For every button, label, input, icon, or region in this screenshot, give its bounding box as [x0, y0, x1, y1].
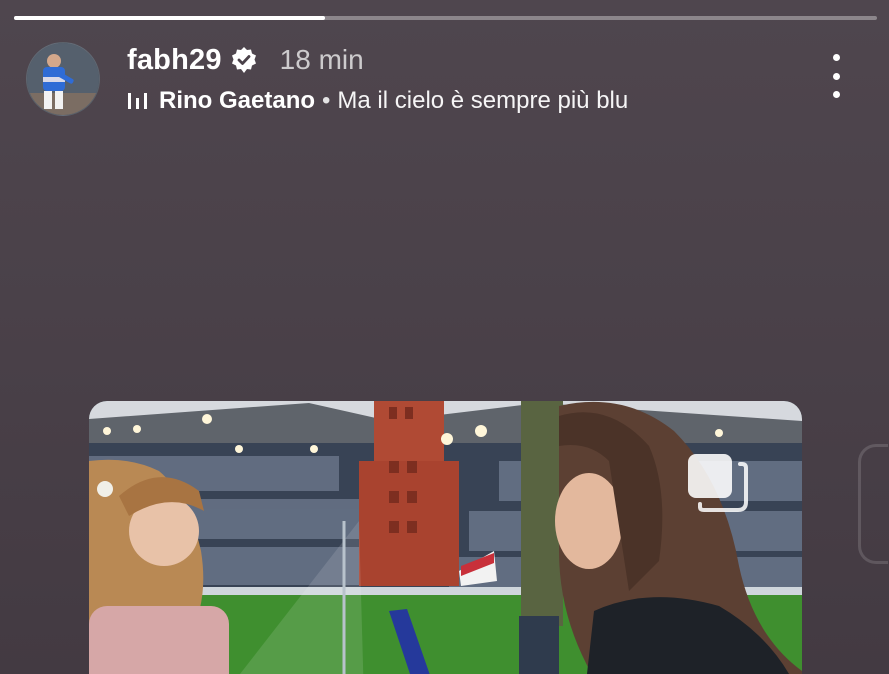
profile-avatar[interactable]	[26, 42, 100, 116]
music-bars-icon	[127, 90, 149, 112]
music-attribution[interactable]: Rino Gaetano • Ma il cielo è sempre più …	[127, 86, 628, 116]
username[interactable]: fabh29	[127, 44, 222, 77]
more-vertical-icon	[832, 54, 840, 61]
music-separator: •	[322, 87, 331, 114]
story-progress-bar	[14, 16, 877, 20]
name-row: fabh29 18 min	[127, 42, 628, 78]
story-photo[interactable]	[89, 401, 802, 674]
next-story-handle[interactable]	[858, 444, 888, 564]
music-track: Ma il cielo è sempre più blu	[337, 87, 629, 114]
share-stack-icon[interactable]	[686, 452, 748, 514]
more-options-button[interactable]	[822, 54, 850, 98]
more-vertical-icon-dot	[832, 91, 840, 98]
story-progress-fill	[14, 16, 325, 20]
verified-badge-icon	[230, 46, 258, 74]
music-artist: Rino Gaetano	[159, 87, 316, 114]
story-viewer[interactable]: fabh29 18 min Rino Gaetano • Ma il cielo…	[0, 0, 889, 674]
stadium-photo	[89, 401, 802, 674]
avatar-image	[27, 43, 99, 115]
more-vertical-icon-dot	[832, 72, 840, 80]
story-timestamp: 18 min	[279, 44, 364, 75]
story-header: fabh29 18 min Rino Gaetano • Ma il cielo…	[127, 42, 628, 116]
